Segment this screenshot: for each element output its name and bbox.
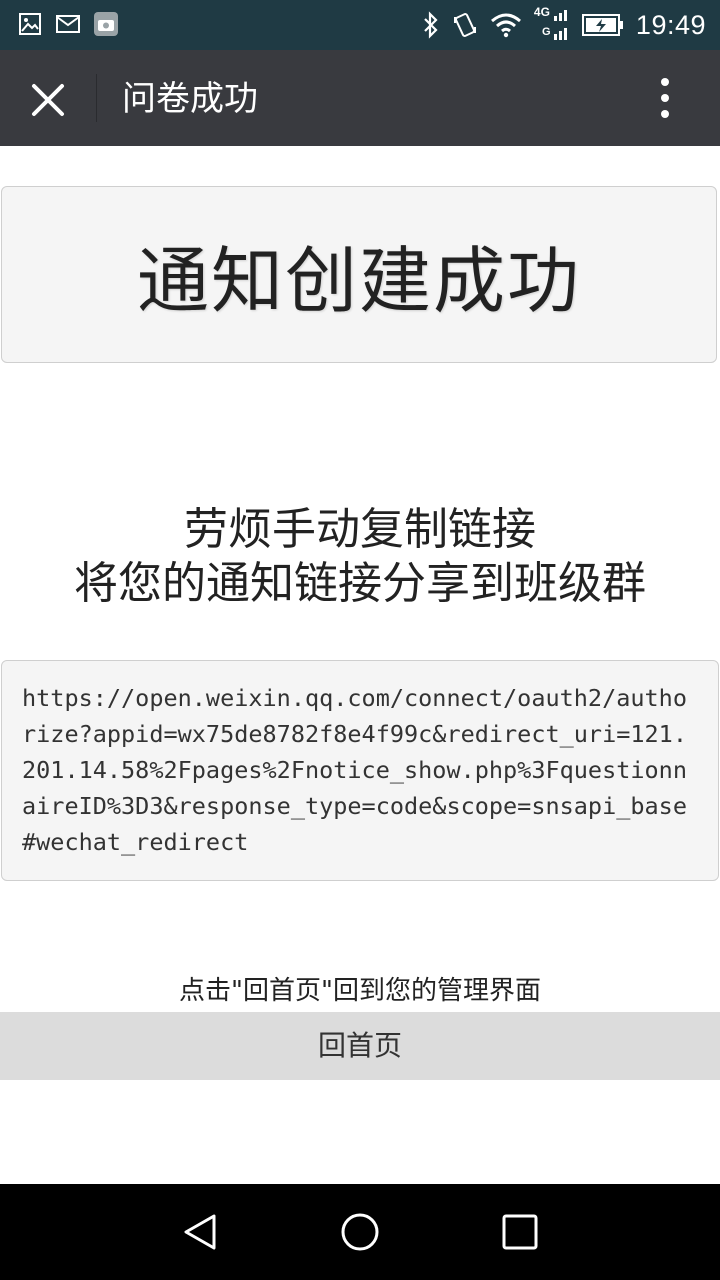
svg-text:G: G <box>542 26 551 38</box>
title-divider <box>96 74 97 122</box>
signal-icon: 4G G <box>534 5 570 42</box>
page-title: 问卷成功 <box>122 79 258 119</box>
home-circle-icon[interactable] <box>338 1210 382 1254</box>
title-bar: 问卷成功 <box>0 50 720 146</box>
system-nav-bar <box>0 1184 720 1280</box>
status-bar: 4G G 19:49 <box>0 0 720 50</box>
link-box[interactable]: https://open.weixin.qq.com/connect/oauth… <box>1 660 719 881</box>
notice-link-text[interactable]: https://open.weixin.qq.com/connect/oauth… <box>22 680 698 860</box>
notification-icons <box>18 12 118 36</box>
image-icon <box>19 13 41 35</box>
clock: 19:49 <box>635 9 706 40</box>
home-button[interactable]: 回首页 <box>0 1012 720 1080</box>
success-message: 通知创建成功 <box>136 239 581 323</box>
battery-icon <box>581 14 623 36</box>
instruction-text: 劳烦手动复制链接 将您的通知链接分享到班级群 <box>0 503 720 611</box>
recents-square-icon[interactable] <box>498 1210 542 1254</box>
system-icons: 4G G 19:49 <box>422 5 706 42</box>
instruction-line-2: 将您的通知链接分享到班级群 <box>74 558 646 609</box>
home-hint-text: 点击"回首页"回到您的管理界面 <box>179 976 541 1006</box>
mail-icon <box>56 15 80 33</box>
back-triangle-icon[interactable] <box>178 1210 222 1254</box>
vibrate-icon <box>453 13 476 37</box>
wifi-icon <box>490 13 521 38</box>
instruction-line-1: 劳烦手动复制链接 <box>184 504 536 555</box>
bluetooth-icon <box>424 11 438 39</box>
close-icon[interactable] <box>28 80 68 120</box>
success-banner: 通知创建成功 <box>1 186 717 363</box>
more-vertical-icon[interactable] <box>650 76 680 120</box>
camera-app-icon <box>94 12 118 36</box>
